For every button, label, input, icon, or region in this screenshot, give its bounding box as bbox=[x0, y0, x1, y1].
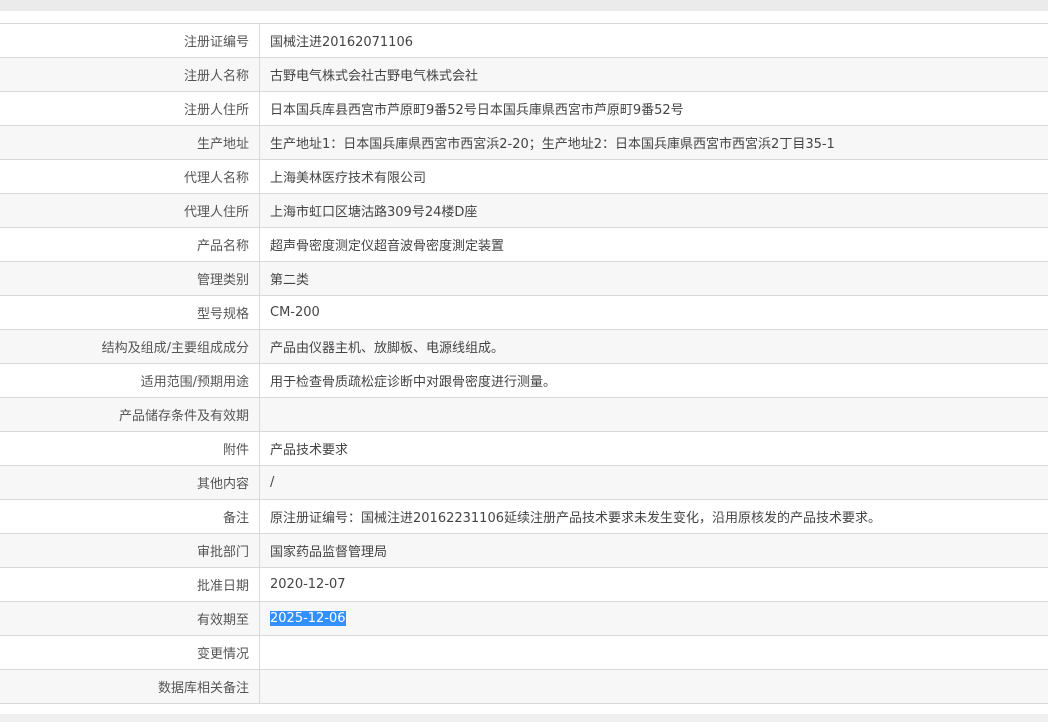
table-row: 数据库相关备注 bbox=[0, 669, 1048, 704]
field-value[interactable]: 产品由仪器主机、放脚板、电源线组成。 bbox=[259, 329, 1048, 364]
field-label: 附件 bbox=[0, 431, 260, 466]
field-label: 有效期至 bbox=[0, 601, 260, 636]
table-row: 产品储存条件及有效期 bbox=[0, 397, 1048, 432]
field-value[interactable]: 第二类 bbox=[259, 261, 1048, 296]
table-row: 注册人名称 古野电气株式会社古野电气株式会社 bbox=[0, 57, 1048, 92]
field-label: 代理人名称 bbox=[0, 159, 260, 194]
table-row: 注册证编号 国械注进20162071106 bbox=[0, 23, 1048, 58]
table-row: 批准日期 2020-12-07 bbox=[0, 567, 1048, 602]
table-row: 产品名称 超声骨密度测定仪超音波骨密度測定装置 bbox=[0, 227, 1048, 262]
field-value[interactable] bbox=[259, 669, 1048, 704]
field-value[interactable]: 上海市虹口区塘沽路309号24楼D座 bbox=[259, 193, 1048, 228]
selected-text[interactable]: 2025-12-06 bbox=[270, 611, 346, 626]
field-value[interactable]: 产品技术要求 bbox=[259, 431, 1048, 466]
table-row: 变更情况 bbox=[0, 635, 1048, 670]
table-row: 其他内容 / bbox=[0, 465, 1048, 500]
table-row: 结构及组成/主要组成成分 产品由仪器主机、放脚板、电源线组成。 bbox=[0, 329, 1048, 364]
field-label: 结构及组成/主要组成成分 bbox=[0, 329, 260, 364]
table-row: 代理人名称 上海美林医疗技术有限公司 bbox=[0, 159, 1048, 194]
table-row: 型号规格 CM-200 bbox=[0, 295, 1048, 330]
field-value[interactable]: 超声骨密度测定仪超音波骨密度測定装置 bbox=[259, 227, 1048, 262]
table-row: 适用范围/预期用途 用于检查骨质疏松症诊断中对跟骨密度进行测量。 bbox=[0, 363, 1048, 398]
field-label: 备注 bbox=[0, 499, 260, 534]
registration-detail-table: 注册证编号 国械注进20162071106 注册人名称 古野电气株式会社古野电气株式会… bbox=[0, 23, 1048, 704]
table-row: 备注 原注册证编号：国械注进20162231106延续注册产品技术要求未发生变化，… bbox=[0, 499, 1048, 534]
field-value[interactable]: 2020-12-07 bbox=[259, 567, 1048, 602]
table-row: 代理人住所 上海市虹口区塘沽路309号24楼D座 bbox=[0, 193, 1048, 228]
field-label: 变更情况 bbox=[0, 635, 260, 670]
table-row: 有效期至 2025-12-06 bbox=[0, 601, 1048, 636]
field-label: 代理人住所 bbox=[0, 193, 260, 228]
field-value[interactable]: 用于检查骨质疏松症诊断中对跟骨密度进行测量。 bbox=[259, 363, 1048, 398]
field-label: 数据库相关备注 bbox=[0, 669, 260, 704]
table-row: 附件 产品技术要求 bbox=[0, 431, 1048, 466]
field-label: 其他内容 bbox=[0, 465, 260, 500]
field-label: 产品名称 bbox=[0, 227, 260, 262]
top-band bbox=[0, 0, 1048, 11]
field-value[interactable]: CM-200 bbox=[259, 295, 1048, 330]
field-label: 注册人名称 bbox=[0, 57, 260, 92]
field-label: 生产地址 bbox=[0, 125, 260, 160]
field-label: 适用范围/预期用途 bbox=[0, 363, 260, 398]
field-value[interactable]: 古野电气株式会社古野电气株式会社 bbox=[259, 57, 1048, 92]
field-label: 注册证编号 bbox=[0, 23, 260, 58]
field-value[interactable]: 上海美林医疗技术有限公司 bbox=[259, 159, 1048, 194]
bottom-band bbox=[0, 714, 1048, 722]
field-value[interactable]: 2025-12-06 bbox=[259, 601, 1048, 636]
field-value[interactable] bbox=[259, 635, 1048, 670]
field-label: 产品储存条件及有效期 bbox=[0, 397, 260, 432]
table-row: 审批部门 国家药品监督管理局 bbox=[0, 533, 1048, 568]
table-row: 生产地址 生产地址1：日本国兵庫県西宮市西宮浜2-20；生产地址2：日本国兵庫県西… bbox=[0, 125, 1048, 160]
field-label: 审批部门 bbox=[0, 533, 260, 568]
field-value[interactable]: 国械注进20162071106 bbox=[259, 23, 1048, 58]
field-value[interactable]: 生产地址1：日本国兵庫県西宮市西宮浜2-20；生产地址2：日本国兵庫県西宮市西宮… bbox=[259, 125, 1048, 160]
table-row: 管理类别 第二类 bbox=[0, 261, 1048, 296]
field-label: 注册人住所 bbox=[0, 91, 260, 126]
table-row: 注册人住所 日本国兵库县西宫市芦原町9番52号日本国兵庫県西宮市芦原町9番52号 bbox=[0, 91, 1048, 126]
field-value[interactable]: 国家药品监督管理局 bbox=[259, 533, 1048, 568]
field-label: 管理类别 bbox=[0, 261, 260, 296]
field-label: 批准日期 bbox=[0, 567, 260, 602]
field-value[interactable]: / bbox=[259, 465, 1048, 500]
field-value[interactable]: 原注册证编号：国械注进20162231106延续注册产品技术要求未发生变化，沿用… bbox=[259, 499, 1048, 534]
field-value[interactable]: 日本国兵库县西宫市芦原町9番52号日本国兵庫県西宮市芦原町9番52号 bbox=[259, 91, 1048, 126]
field-label: 型号规格 bbox=[0, 295, 260, 330]
field-value[interactable] bbox=[259, 397, 1048, 432]
